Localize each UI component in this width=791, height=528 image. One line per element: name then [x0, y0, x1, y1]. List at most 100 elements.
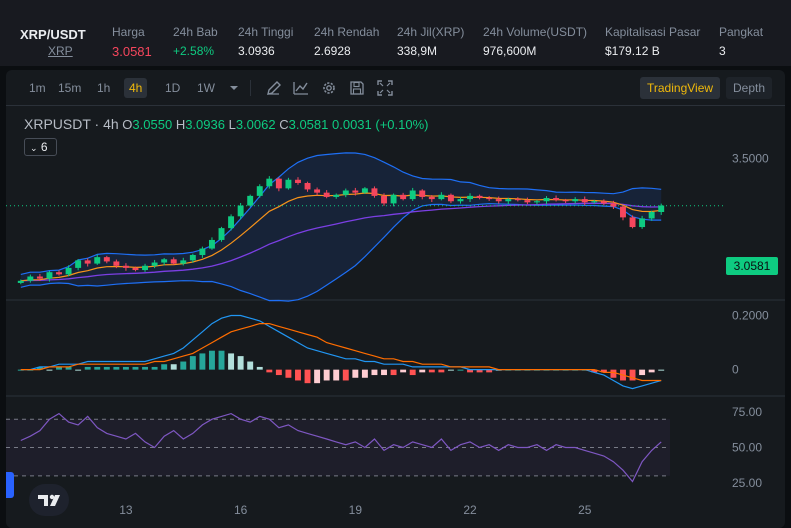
stat-value: 976,600M [483, 44, 537, 58]
stat-market-cap: Kapitalisasi Pasar $179.12 B [605, 25, 700, 58]
macd-histogram-bar [333, 369, 340, 381]
candle-body [572, 199, 579, 202]
time-axis-label: 19 [349, 503, 363, 517]
fullscreen-icon[interactable] [376, 79, 394, 97]
candle-body [189, 255, 196, 261]
candle-body [333, 194, 340, 197]
chart-panel: 1m 15m 1h 4h 1D 1W TradingView Depth 3.5… [6, 70, 785, 528]
stat-label: 24h Tinggi [238, 25, 294, 39]
macd-histogram-bar [342, 369, 349, 381]
candle-body [610, 203, 617, 207]
candle-body [514, 199, 521, 201]
candle-body [266, 178, 273, 187]
chart-area[interactable]: 3.50002.50000.2000075.0050.0025.00131619… [6, 106, 785, 528]
stat-24h-low: 24h Rendah 2.6928 [314, 25, 379, 58]
macd-histogram-bar [285, 369, 292, 378]
stat-24h-volume-quote: 24h Volume(USDT) 976,600M [483, 25, 587, 58]
depth-button[interactable]: Depth [726, 77, 773, 99]
timeframe-4h[interactable]: 4h [124, 78, 148, 98]
more-timeframes-icon[interactable] [225, 79, 243, 97]
chevron-down-icon: ⌄ [30, 143, 38, 153]
timeframe-1m[interactable]: 1m [24, 78, 51, 98]
save-icon[interactable] [348, 79, 366, 97]
timeframe-1w[interactable]: 1W [192, 78, 220, 98]
macd-histogram-bar [94, 366, 101, 370]
candle-body [361, 188, 368, 193]
settings-icon[interactable] [320, 79, 338, 97]
macd-histogram-bar [314, 369, 321, 384]
candle-body [581, 199, 588, 203]
candle-body [199, 248, 206, 255]
stat-value: 3.0581 [112, 44, 152, 59]
indicators-toggle[interactable]: ⌄ 6 [24, 138, 57, 156]
candle-body [524, 200, 531, 203]
macd-axis-label: 0 [732, 363, 739, 377]
candle-body [56, 272, 62, 275]
candle-body [447, 194, 454, 202]
chart-canvas[interactable]: 3.50002.50000.2000075.0050.0025.00131619… [6, 106, 785, 528]
legend-close-key: C [279, 117, 289, 132]
stat-value: 3.0936 [238, 44, 275, 58]
macd-histogram-bar [266, 369, 273, 373]
stat-value: 338,9M [397, 44, 438, 58]
macd-histogram-bar [122, 366, 129, 370]
draw-icon[interactable] [265, 79, 283, 97]
pair-title[interactable]: XRP/USDT [20, 27, 86, 42]
stat-label: Harga [112, 25, 145, 39]
candle [218, 226, 225, 242]
candle-body [314, 189, 321, 193]
base-asset-link[interactable]: XRP [48, 44, 73, 58]
tradingview-logo[interactable] [29, 484, 69, 516]
timeframe-15m[interactable]: 15m [53, 78, 86, 98]
candle-body [600, 201, 607, 204]
stat-value: 3 [719, 44, 726, 58]
candle-body [553, 198, 560, 201]
stat-24h-volume-base: 24h Jil(XRP) 338,9M [397, 25, 464, 58]
candle-body [476, 195, 483, 199]
pane-resize-handle[interactable] [6, 472, 14, 498]
legend-low: 3.0062 [235, 117, 276, 132]
rsi-axis-label: 25.00 [732, 476, 762, 490]
candle-body [620, 206, 626, 218]
macd-histogram-bar [170, 364, 177, 370]
candle-body [218, 228, 225, 240]
time-axis-label: 13 [119, 503, 133, 517]
legend-high: 3.0936 [185, 117, 225, 132]
price-axis-label: 3.5000 [732, 151, 769, 165]
timeframe-1d[interactable]: 1D [160, 78, 185, 98]
candle-body [103, 257, 110, 262]
macd-histogram-bar [237, 356, 244, 370]
indicators-icon[interactable] [292, 79, 310, 97]
candle-body [371, 188, 378, 196]
candle-body [84, 260, 91, 264]
legend-low-key: L [228, 117, 236, 132]
macd-histogram-bar [400, 369, 407, 373]
tradingview-button[interactable]: TradingView [640, 77, 721, 99]
candle-body [591, 201, 598, 203]
candle-body [352, 190, 359, 193]
macd-histogram-bar [381, 369, 387, 376]
macd-histogram-bar [304, 369, 311, 384]
stat-label: 24h Rendah [314, 25, 380, 39]
macd-histogram-bar [189, 356, 196, 370]
candle [256, 184, 263, 198]
stat-24h-high: 24h Tinggi 3.0936 [238, 25, 293, 58]
candle-body [562, 200, 569, 202]
macd-histogram-bar [228, 353, 235, 370]
timeframe-1h[interactable]: 1h [92, 78, 115, 98]
candle [228, 214, 235, 231]
candle-body [27, 276, 34, 281]
candle-body [648, 212, 655, 219]
toolbar-divider [250, 80, 251, 96]
last-price-tag: 3.0581 [726, 257, 778, 275]
candle [620, 205, 626, 221]
candle-body [409, 190, 416, 200]
stat-price: Harga 3.0581 [112, 25, 152, 59]
macd-histogram-bar [390, 369, 397, 376]
macd-histogram-bar [208, 350, 215, 370]
macd-histogram-bar [218, 350, 225, 370]
macd-histogram-bar [84, 366, 91, 370]
candle-body [122, 265, 129, 268]
macd-histogram-bar [428, 369, 435, 373]
candle-body [381, 195, 387, 204]
